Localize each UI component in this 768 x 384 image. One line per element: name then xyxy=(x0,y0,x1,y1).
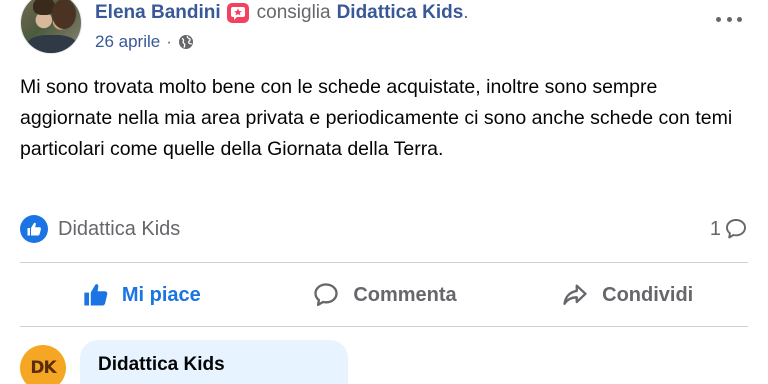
reaction-names[interactable]: Didattica Kids xyxy=(58,218,180,241)
author-avatar[interactable] xyxy=(20,0,82,54)
post-date[interactable]: 26 aprile xyxy=(95,32,160,52)
meta-separator: · xyxy=(166,32,172,51)
trailing-dot: . xyxy=(463,2,469,23)
more-dot-icon xyxy=(737,16,742,22)
like-button[interactable]: Mi piace xyxy=(20,268,263,322)
recommended-page-link[interactable]: Didattica Kids xyxy=(337,2,464,24)
comment-label: Commenta xyxy=(353,283,457,306)
comment-author[interactable]: Didattica Kids xyxy=(98,354,330,376)
post-actions: Mi piace Commenta Condividi xyxy=(20,268,748,322)
like-reaction-icon xyxy=(20,215,48,243)
post-meta-line: 26 aprile · xyxy=(95,31,194,53)
globe-icon xyxy=(178,35,193,49)
more-dot-icon xyxy=(716,16,721,22)
more-options-button[interactable] xyxy=(716,14,742,24)
post-title-line: Elena Bandini consiglia Didattica Kids . xyxy=(95,0,469,26)
share-button[interactable]: Condividi xyxy=(505,268,748,322)
page-avatar-text: DK xyxy=(30,358,56,378)
page-avatar[interactable]: DK xyxy=(20,345,66,384)
more-dot-icon xyxy=(726,16,732,22)
recommend-text: consiglia xyxy=(256,2,331,23)
like-label: Mi piace xyxy=(121,283,201,306)
comments-count[interactable]: 1 xyxy=(710,214,748,244)
recommendation-badge xyxy=(226,3,249,23)
post-header: Elena Bandini consiglia Didattica Kids .… xyxy=(0,0,768,60)
comment-button[interactable]: Commenta xyxy=(263,268,506,322)
recommend-icon xyxy=(230,7,245,20)
divider-top xyxy=(20,262,748,263)
divider-bottom xyxy=(20,326,748,327)
comment-bubble-icon xyxy=(726,219,746,239)
reactions-bar[interactable]: Didattica Kids 1 xyxy=(20,214,748,244)
post-body-text: Mi sono trovata molto bene con le schede… xyxy=(20,76,733,160)
comment-count-value: 1 xyxy=(709,217,721,240)
share-label: Condividi xyxy=(602,283,694,306)
share-arrow-icon xyxy=(563,284,587,305)
author-name[interactable]: Elena Bandini xyxy=(95,2,221,24)
comment-bubble: Didattica Kids xyxy=(80,340,348,384)
thumbs-up-icon xyxy=(84,284,108,306)
comment-icon xyxy=(314,283,338,307)
